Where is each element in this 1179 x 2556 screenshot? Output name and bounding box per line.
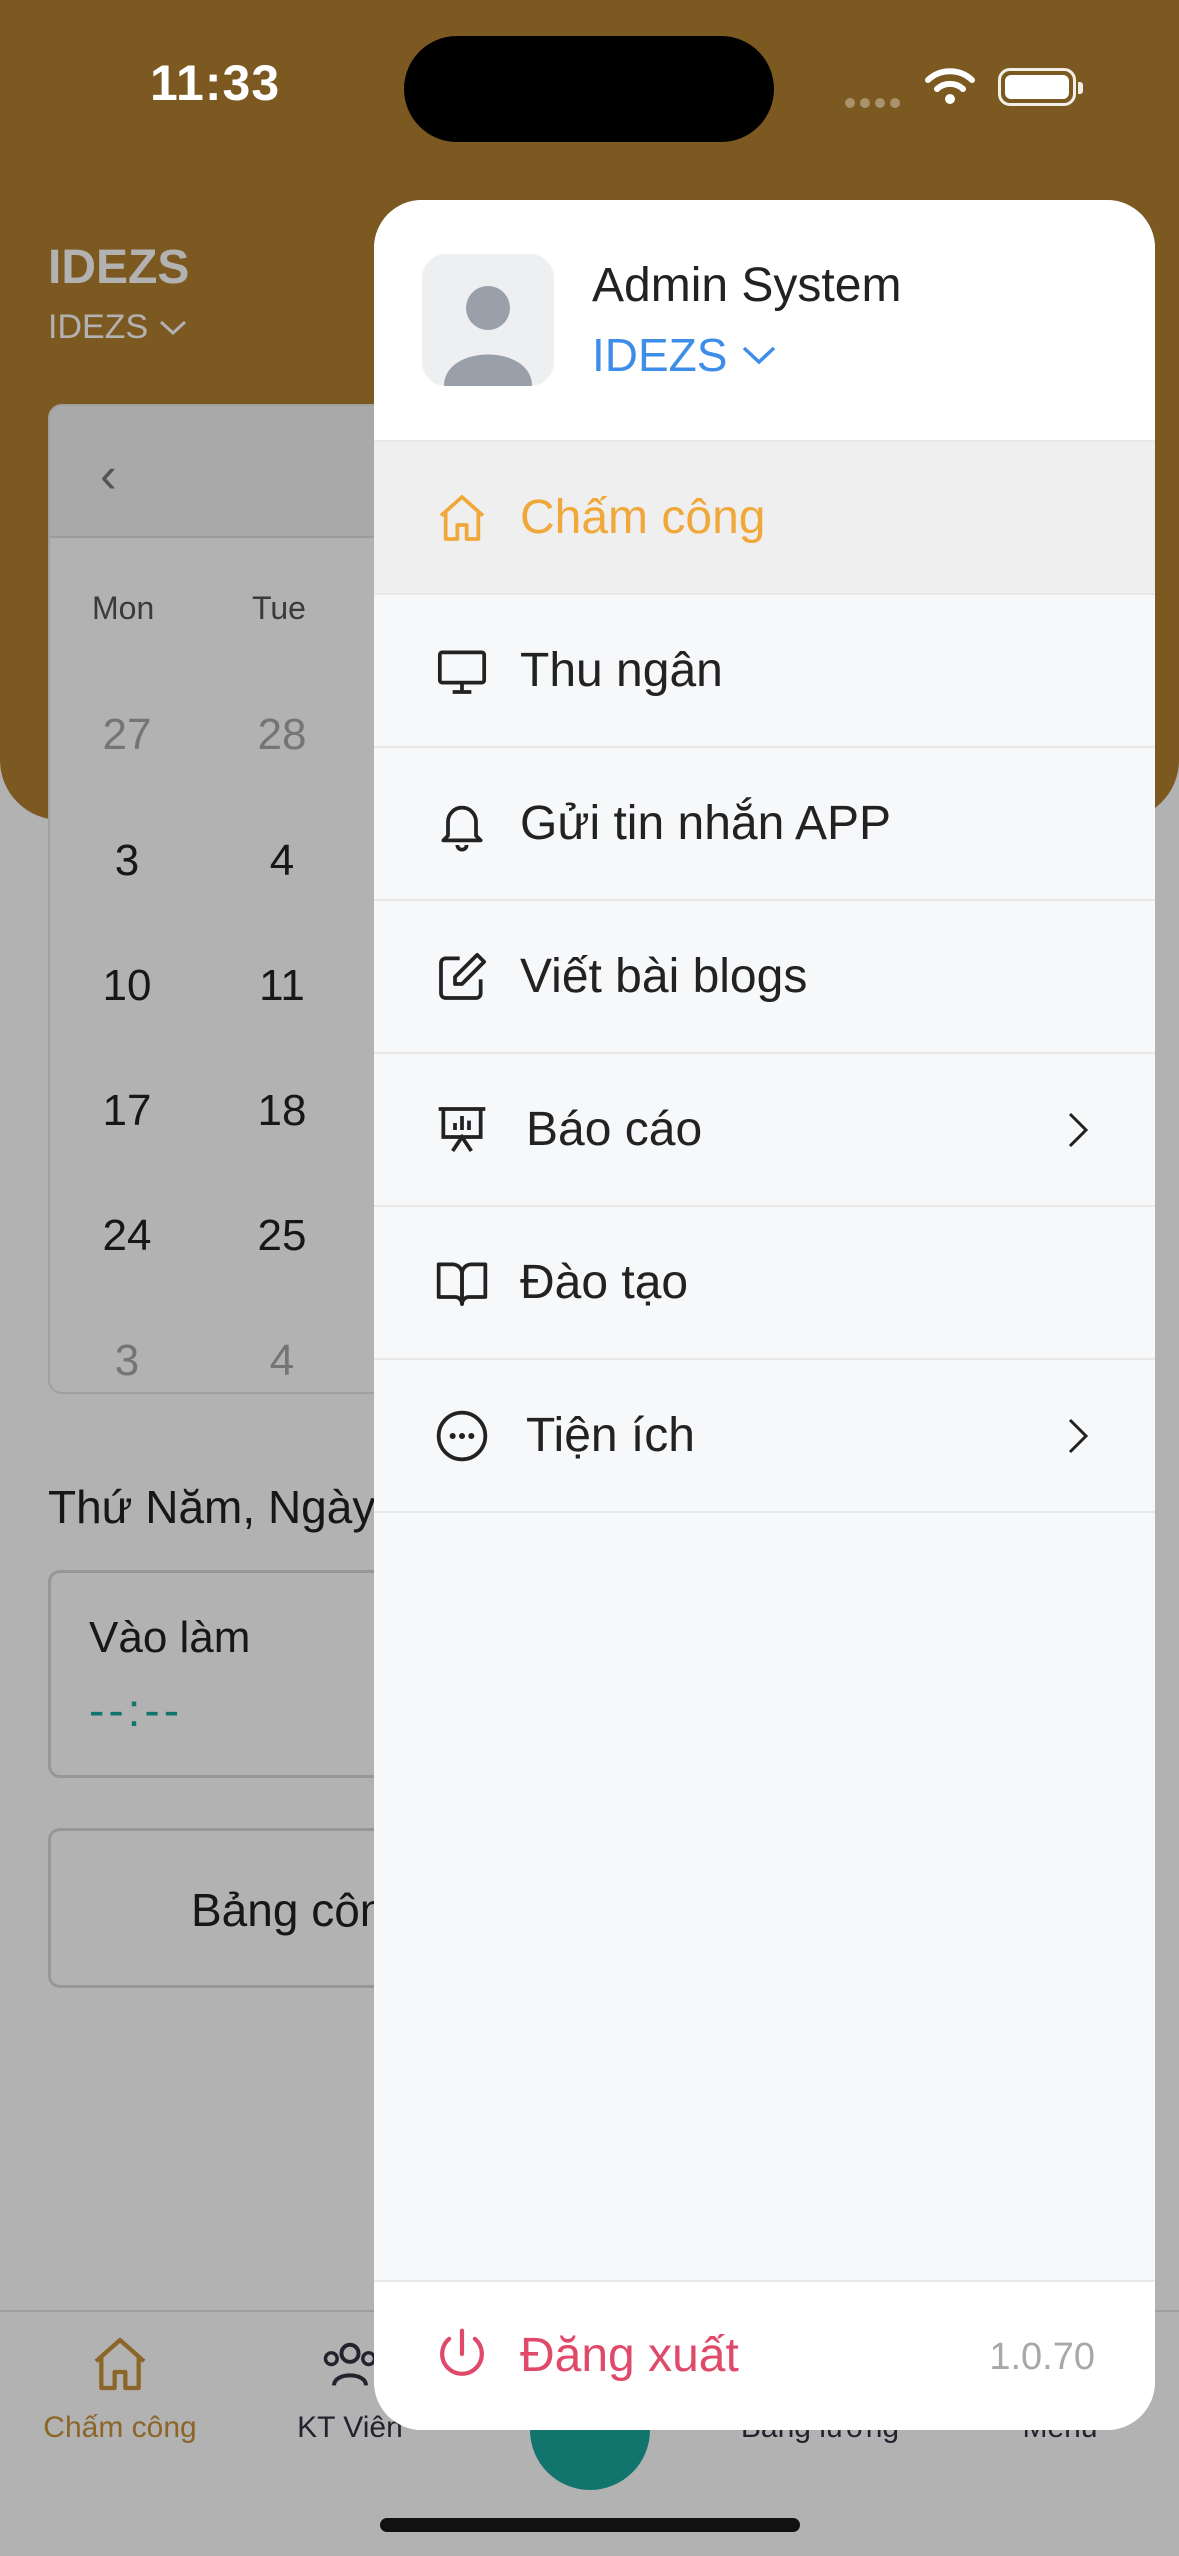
menu-item-label: Viết bài blogs (520, 950, 808, 1003)
home-icon (439, 494, 485, 541)
app-version: 1.0.70 (989, 2336, 1095, 2378)
side-drawer: Admin System IDEZS Chấm công Thu ngân Gử… (374, 200, 1155, 2430)
book-icon (436, 1261, 488, 1306)
branch-selector[interactable]: IDEZS (592, 328, 777, 382)
wifi-icon (925, 68, 975, 104)
chevron-right-icon (1068, 1112, 1089, 1147)
report-icon (438, 1106, 486, 1152)
signal-icon (845, 95, 905, 108)
menu-item-label: Chấm công (520, 491, 766, 544)
status-time: 11:33 (150, 55, 281, 111)
drawer-footer: Đăng xuất 1.0.70 (374, 2280, 1155, 2430)
menu-item-thu-ngan[interactable]: Thu ngân (374, 595, 1155, 748)
more-icon (436, 1410, 488, 1461)
avatar[interactable] (422, 254, 554, 386)
home-indicator[interactable] (380, 2518, 800, 2532)
monitor-icon (437, 649, 487, 694)
menu-item-dao-tao[interactable]: Đào tạo (374, 1207, 1155, 1360)
chevron-right-icon (1068, 1418, 1089, 1453)
edit-icon (439, 952, 487, 1000)
status-bar: 11:33 (0, 0, 1179, 170)
menu-item-label: Đào tạo (520, 1256, 689, 1309)
menu-item-label: Gửi tin nhắn APP (520, 797, 892, 850)
menu-item-cham-cong[interactable]: Chấm công (374, 442, 1155, 595)
user-name: Admin System (592, 259, 902, 312)
menu-item-bao-cao[interactable]: Báo cáo (374, 1054, 1155, 1207)
menu-item-label: Tiện ích (526, 1409, 695, 1462)
user-placeholder-icon (444, 286, 532, 386)
bell-icon (441, 805, 483, 851)
logout-button[interactable]: Đăng xuất (520, 2328, 739, 2383)
chevron-down-icon (743, 346, 776, 365)
dynamic-island (404, 36, 774, 142)
menu-item-gui-tin-nhan[interactable]: Gửi tin nhắn APP (374, 748, 1155, 901)
battery-icon (998, 68, 1083, 106)
menu-item-tien-ich[interactable]: Tiện ích (374, 1360, 1155, 1513)
branch-label: IDEZS (592, 329, 728, 381)
menu-item-label: Thu ngân (520, 644, 723, 697)
menu-item-label: Báo cáo (526, 1103, 703, 1156)
power-icon[interactable] (434, 2326, 490, 2382)
drawer-header: Admin System IDEZS (374, 200, 1155, 442)
menu-item-viet-bai-blogs[interactable]: Viết bài blogs (374, 901, 1155, 1054)
drawer-menu: Chấm công Thu ngân Gửi tin nhắn APP Viết… (374, 442, 1155, 1513)
